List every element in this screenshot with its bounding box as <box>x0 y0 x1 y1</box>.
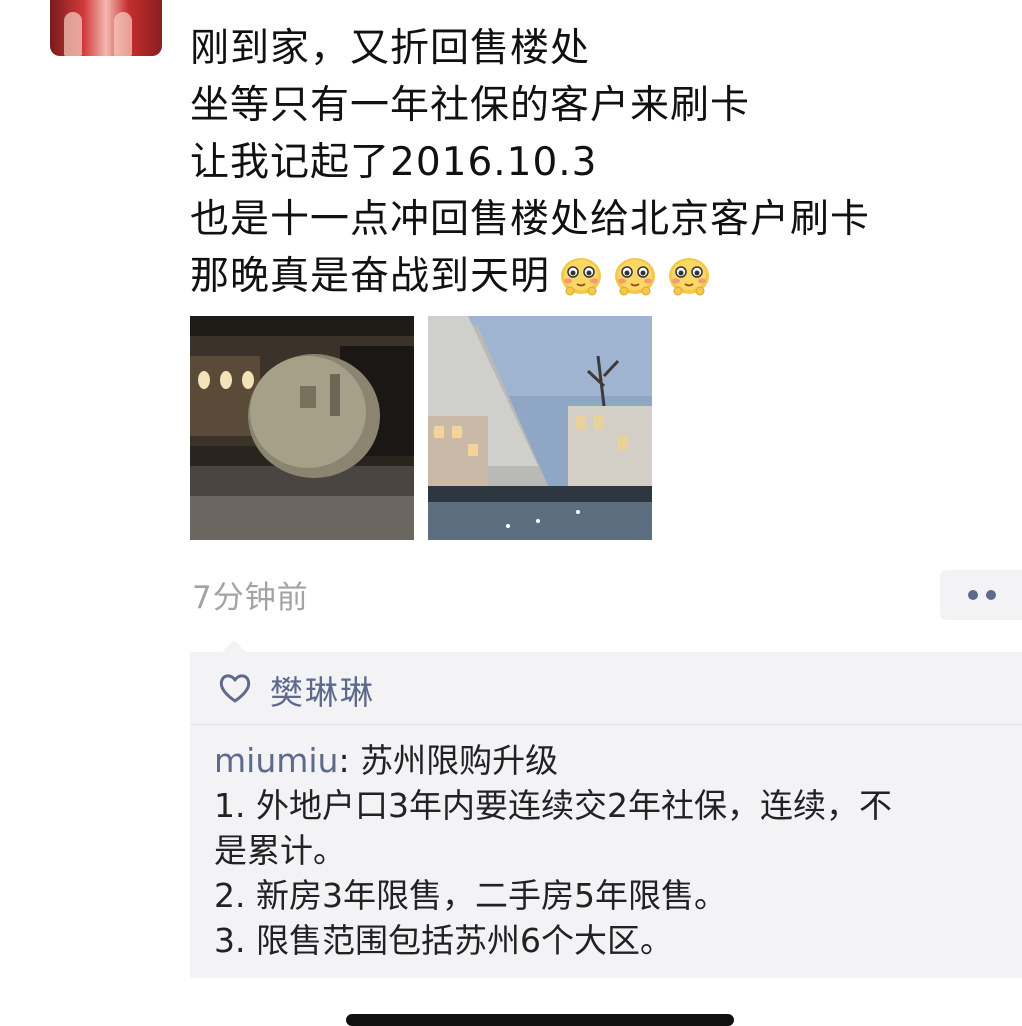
comment-first-text: 苏州限购升级 <box>360 741 559 780</box>
comment-line: 1. 外地户口3年内要连续交2年社保，连续，不 <box>214 786 892 825</box>
liker-name-link[interactable]: 樊琳琳 <box>270 666 375 714</box>
post-line: 也是十一点冲回售楼处给北京客户刷卡 <box>190 197 871 242</box>
post-line: 刚到家，又折回售楼处 <box>190 26 591 71</box>
blushing-face-emoji-icon <box>558 251 604 297</box>
post-timestamp: 7分钟前 <box>192 580 309 616</box>
avatar[interactable] <box>50 0 162 56</box>
comments-notch <box>222 640 246 652</box>
more-actions-button[interactable] <box>940 570 1022 620</box>
comment-line: 是累计。 <box>214 831 346 870</box>
comment-separator: : <box>338 741 361 780</box>
comments-panel: 樊琳琳 miumiu: 苏州限购升级 1. 外地户口3年内要连续交2年社保，连续… <box>190 652 1022 978</box>
post-line-text: 那晚真是奋战到天明 <box>190 254 551 299</box>
comment-author-link[interactable]: miumiu <box>214 741 338 780</box>
post-line-last: 那晚真是奋战到天明 <box>190 248 990 305</box>
home-indicator[interactable] <box>346 1014 734 1026</box>
comment-line: 3. 限售范围包括苏州6个大区。 <box>214 921 673 960</box>
blushing-face-emoji-icon <box>666 251 712 297</box>
post-line: 坐等只有一年社保的客户来刷卡 <box>190 83 751 128</box>
comment-item[interactable]: miumiu: 苏州限购升级 1. 外地户口3年内要连续交2年社保，连续，不 是… <box>214 738 1020 963</box>
likes-row: 樊琳琳 <box>190 652 1022 725</box>
heart-outline-icon <box>219 674 251 703</box>
moments-post: 刚到家，又折回售楼处 坐等只有一年社保的客户来刷卡 让我记起了2016.10.3… <box>0 0 1022 1026</box>
post-text: 刚到家，又折回售楼处 坐等只有一年社保的客户来刷卡 让我记起了2016.10.3… <box>190 20 990 305</box>
comment-line: 2. 新房3年限售，二手房5年限售。 <box>214 876 727 915</box>
blushing-face-emoji-icon <box>612 251 658 297</box>
post-line: 让我记起了2016.10.3 <box>190 140 598 185</box>
post-photo-lobby[interactable] <box>190 316 414 540</box>
more-dot-icon <box>986 590 996 600</box>
post-photo-exterior[interactable] <box>428 316 652 540</box>
comment-first-line: miumiu: 苏州限购升级 <box>214 738 1020 783</box>
more-dot-icon <box>968 590 978 600</box>
